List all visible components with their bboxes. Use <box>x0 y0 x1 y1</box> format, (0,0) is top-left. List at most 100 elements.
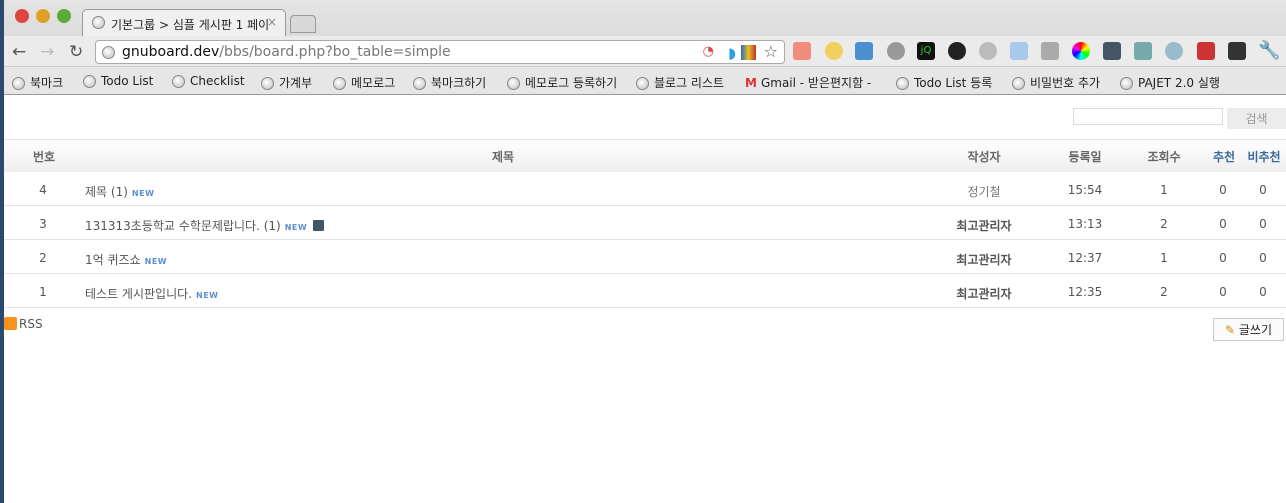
post-author[interactable]: 최고관리자 <box>956 285 1011 302</box>
post-number: 1 <box>39 285 47 299</box>
minimize-window-button[interactable] <box>36 9 50 23</box>
bookmark-item[interactable]: Todo List 등록 <box>896 74 992 91</box>
eyedropper-icon[interactable] <box>1134 42 1152 60</box>
post-author[interactable]: 최고관리자 <box>956 251 1011 268</box>
back-icon[interactable]: ← <box>12 42 26 62</box>
gmail-icon: M <box>745 76 757 90</box>
bug-extension-icon[interactable] <box>887 42 905 60</box>
post-number: 2 <box>39 251 47 265</box>
bookmark-item[interactable]: 북마크 <box>12 74 63 91</box>
zoom-window-button[interactable] <box>57 9 71 23</box>
post-subject-link[interactable]: 1억 퀴즈쇼 NEW <box>85 251 167 268</box>
wrench-icon[interactable]: 🔧 <box>1258 40 1280 61</box>
rss-label: RSS <box>19 317 43 331</box>
post-subject-link[interactable]: 131313초등학교 수학문제랍니다. (1) NEW <box>85 217 325 234</box>
bookmark-item[interactable]: 메모로그 등록하기 <box>507 74 617 91</box>
add-extension-icon[interactable] <box>793 42 811 60</box>
post-author[interactable]: 정기철 <box>967 183 1000 200</box>
settings-extension-icon[interactable] <box>979 42 997 60</box>
bookmark-label: Todo List 등록 <box>914 76 993 90</box>
gear-extension-icon[interactable] <box>948 42 966 60</box>
search-input[interactable] <box>1073 108 1223 125</box>
bookmark-item[interactable]: 가계부 <box>261 74 312 91</box>
address-bar[interactable]: gnuboard.dev/bbs/board.php?bo_table=simp… <box>95 40 785 64</box>
magnifier-extension-icon[interactable] <box>1165 42 1183 60</box>
wifi-extension-icon[interactable]: ◗ <box>728 44 736 62</box>
close-window-button[interactable] <box>15 9 29 23</box>
browser-tab[interactable]: 기본그룹 > 심플 게시판 1 페이 × <box>82 9 286 36</box>
cursor-extension-icon[interactable]: ◔ <box>703 44 714 59</box>
rss-link[interactable]: RSS <box>4 317 43 331</box>
globe-icon <box>507 77 520 90</box>
bookmark-item[interactable]: 블로그 리스트 <box>636 74 724 91</box>
globe-icon <box>102 46 115 59</box>
bookmark-item[interactable]: 북마크하기 <box>413 74 486 91</box>
color-extension-icon[interactable] <box>741 45 756 60</box>
browser-chrome: 기본그룹 > 심플 게시판 1 페이 × ← → ↻ gnuboard.dev/… <box>0 0 1286 95</box>
globe-icon <box>172 75 185 88</box>
globe-icon <box>261 77 274 90</box>
url-path: /bbs/board.php?bo_table=simple <box>219 44 451 60</box>
globe-icon <box>636 77 649 90</box>
pencil-icon: ✎ <box>1224 323 1236 337</box>
post-author[interactable]: 최고관리자 <box>956 217 1011 234</box>
bookmark-label: Todo List <box>101 74 154 88</box>
color-wheel-icon[interactable] <box>1072 42 1090 60</box>
new-tab-button[interactable] <box>290 15 316 33</box>
post-subject: 제목 (1) <box>85 185 128 199</box>
window-extension-icon[interactable] <box>1010 42 1028 60</box>
bookmark-label: 메모로그 <box>351 76 396 90</box>
bookmark-label: Gmail - 받은편지함 - <box>760 76 872 90</box>
write-button[interactable]: ✎ 글쓰기 <box>1213 318 1284 341</box>
globe-icon <box>12 77 25 90</box>
column-header-date: 등록일 <box>1068 150 1102 164</box>
post-date: 12:37 <box>1067 251 1103 265</box>
table-row: 1 테스트 게시판입니다. NEW 최고관리자 12:35 2 0 0 <box>4 274 1286 308</box>
bookmark-item[interactable]: 메모로그 <box>333 74 395 91</box>
mask-extension-icon[interactable] <box>1228 42 1246 60</box>
bookmark-item[interactable]: M Gmail - 받은편지함 - <box>745 74 871 91</box>
post-hits: 1 <box>1160 251 1168 265</box>
column-header-hits[interactable]: 조회수 <box>1147 148 1180 165</box>
bookmark-item[interactable]: PAJET 2.0 실행 <box>1120 74 1220 91</box>
post-hits: 2 <box>1160 217 1168 231</box>
write-label: 글쓰기 <box>1238 323 1272 337</box>
post-subject: 테스트 게시판입니다. <box>85 287 192 301</box>
post-subject-link[interactable]: 제목 (1) NEW <box>85 183 154 200</box>
bookmark-label: 블로그 리스트 <box>654 76 725 90</box>
post-date: 12:35 <box>1067 285 1103 299</box>
new-badge-icon: NEW <box>196 291 219 300</box>
reload-icon[interactable]: ↻ <box>69 42 83 62</box>
rss-icon <box>4 317 17 330</box>
bookmark-label: 가계부 <box>279 76 313 90</box>
close-tab-icon[interactable]: × <box>267 15 277 29</box>
bookmark-item[interactable]: Todo List <box>83 74 153 88</box>
post-hits: 1 <box>1160 183 1168 197</box>
table-row: 3 131313초등학교 수학문제랍니다. (1) NEW 최고관리자 13:13… <box>4 206 1286 240</box>
bookmark-label: PAJET 2.0 실행 <box>1138 76 1220 90</box>
tab-title: 기본그룹 > 심플 게시판 1 페이 <box>111 18 270 32</box>
post-subject-link[interactable]: 테스트 게시판입니다. NEW <box>85 285 218 302</box>
table-header: 번호 제목 작성자 등록일 조회수 추천 비추천 <box>4 139 1286 172</box>
post-bad: 0 <box>1259 217 1267 231</box>
bookmark-star-icon[interactable]: ☆ <box>764 42 778 61</box>
bookmark-item[interactable]: 비밀번호 추가 <box>1012 74 1100 91</box>
globe-icon <box>333 77 346 90</box>
post-number: 3 <box>39 217 47 231</box>
screenshot-extension-icon[interactable] <box>1041 42 1059 60</box>
forward-icon[interactable]: → <box>40 42 54 62</box>
search-button[interactable]: 검색 <box>1227 108 1286 129</box>
column-header-good[interactable]: 추천 <box>1213 148 1235 165</box>
star-g-extension-icon[interactable] <box>825 42 843 60</box>
translate-extension-icon[interactable] <box>855 42 873 60</box>
camera-icon[interactable] <box>1103 42 1121 60</box>
jquery-extension-icon[interactable]: jQ <box>917 42 935 60</box>
post-bad: 0 <box>1259 251 1267 265</box>
bookmark-label: 북마크 <box>30 76 64 90</box>
globe-icon <box>1012 77 1025 90</box>
dictionary-extension-icon[interactable] <box>1197 42 1215 60</box>
globe-icon <box>896 77 909 90</box>
bookmark-item[interactable]: Checklist <box>172 74 245 88</box>
column-header-bad[interactable]: 비추천 <box>1247 148 1280 165</box>
url-host: gnuboard.dev <box>122 44 220 60</box>
